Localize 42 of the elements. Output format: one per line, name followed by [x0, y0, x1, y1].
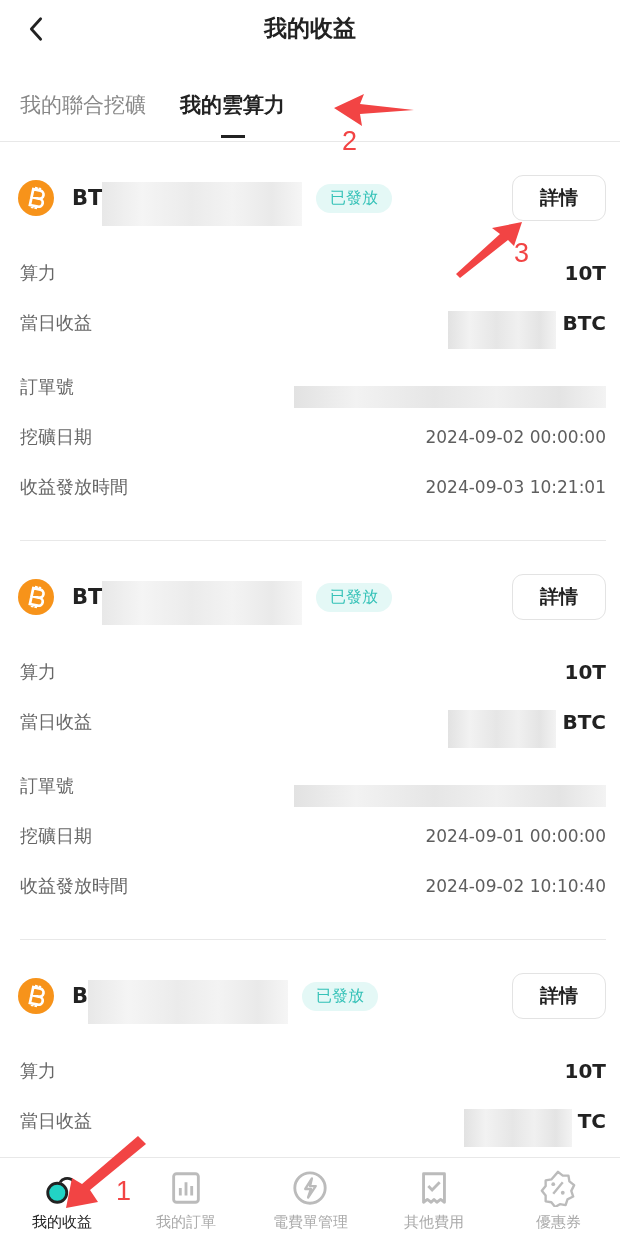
coin-name: BT	[72, 186, 103, 210]
field-label: 挖礦日期	[20, 824, 92, 848]
field-value: TC	[577, 1109, 606, 1133]
field-value: 2024-09-02 00:00:00	[425, 427, 606, 447]
field-label: 訂單號	[20, 375, 74, 399]
tab[interactable]: 我的雲算力	[180, 83, 285, 140]
details-button[interactable]: 詳情	[512, 175, 606, 221]
field-value: BTC	[562, 710, 606, 734]
field-label: 收益發放時間	[20, 874, 128, 898]
bitcoin-icon	[18, 180, 54, 216]
field-label: 收益發放時間	[20, 475, 128, 499]
field-value: BTC	[562, 311, 606, 335]
details-button[interactable]: 詳情	[512, 973, 606, 1019]
page-title: 我的收益	[264, 13, 356, 43]
field-label: 挖礦日期	[20, 425, 92, 449]
details-button[interactable]: 詳情	[512, 574, 606, 620]
field-value: 10T	[564, 660, 606, 684]
lightning-icon	[291, 1168, 329, 1207]
field-value: 2024-09-01 00:00:00	[425, 826, 606, 846]
field-label: 當日收益	[20, 1109, 92, 1133]
tab[interactable]: 我的聯合挖礦	[20, 83, 146, 140]
status-badge: 已發放	[302, 981, 378, 1011]
field-label: 當日收益	[20, 710, 92, 734]
field-value: 10T	[564, 261, 606, 285]
annotation-number: 3	[514, 238, 530, 269]
status-badge: 已發放	[316, 582, 393, 612]
field-label: 訂單號	[20, 774, 74, 798]
status-badge: 已發放	[316, 183, 393, 213]
field-label: 算力	[20, 261, 56, 285]
back-icon[interactable]	[28, 16, 44, 42]
annotation-number: 2	[342, 126, 358, 157]
bitcoin-icon	[18, 579, 54, 615]
field-value: 10T	[564, 1059, 606, 1083]
coin-name: B	[72, 984, 88, 1008]
field-label: 算力	[20, 1059, 56, 1083]
discount-icon	[539, 1168, 577, 1207]
bitcoin-icon	[18, 978, 54, 1014]
field-label: 算力	[20, 660, 56, 684]
field-label: 當日收益	[20, 311, 92, 335]
field-value: 2024-09-02 10:10:40	[425, 876, 606, 896]
coin-name: BT	[72, 585, 103, 609]
field-value: 2024-09-03 10:21:01	[425, 477, 606, 497]
